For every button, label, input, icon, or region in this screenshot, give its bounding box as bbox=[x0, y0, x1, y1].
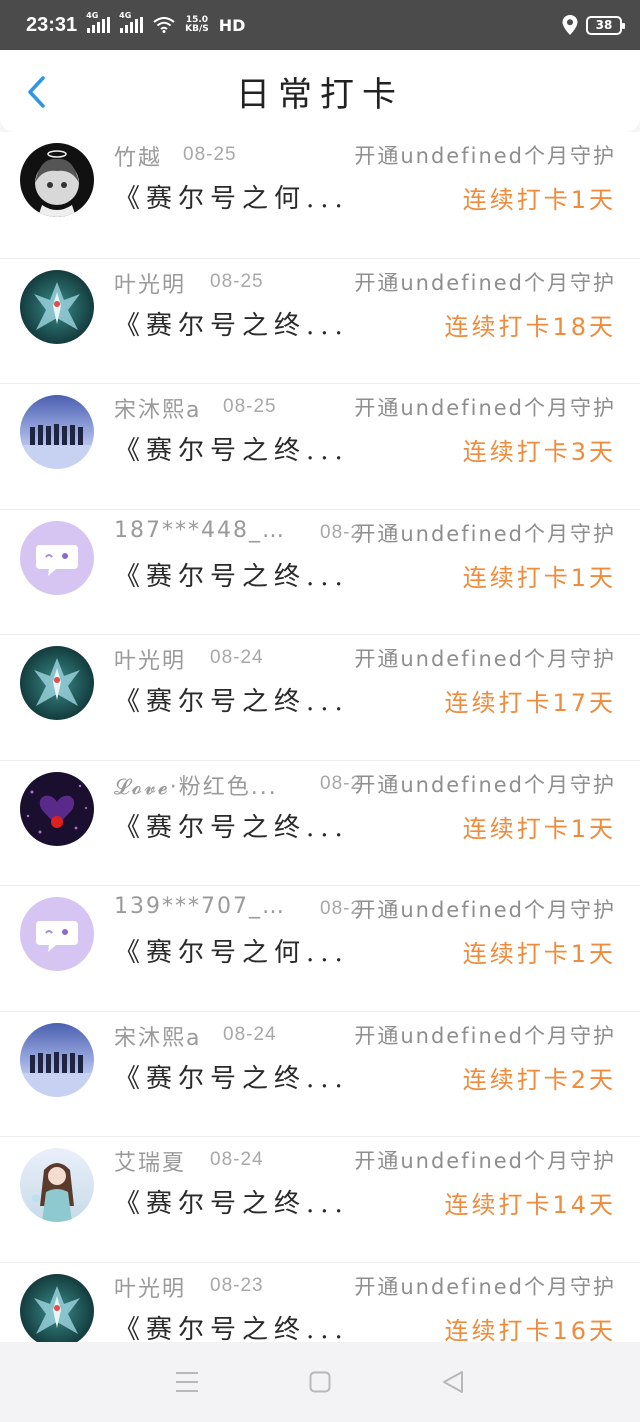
status-bar: 23:31 4G 4G 15.0 KB/S HD 38 bbox=[0, 0, 640, 50]
checkin-date: 08-23 bbox=[210, 1274, 264, 1296]
list-item[interactable]: 艾瑞夏 08-24 开通undefined个月守护 《赛尔号之终... 连续打卡… bbox=[0, 1136, 640, 1262]
guard-status: 开通undefined个月守护 bbox=[354, 1274, 616, 1299]
list-item[interactable]: 宋沐熙a 08-25 开通undefined个月守护 《赛尔号之终... 连续打… bbox=[0, 383, 640, 509]
avatar[interactable] bbox=[20, 1022, 94, 1097]
hd-label: HD bbox=[218, 15, 246, 35]
status-time: 23:31 bbox=[26, 13, 78, 36]
streak-count: 连续打卡1天 bbox=[462, 940, 616, 968]
battery-indicator: 38 bbox=[586, 15, 625, 35]
header: 日常打卡 bbox=[0, 50, 640, 132]
checkin-title: 《赛尔号之终... bbox=[114, 436, 349, 466]
status-right: 38 bbox=[562, 15, 625, 35]
user-name: 139***707_855... bbox=[114, 894, 286, 919]
avatar[interactable] bbox=[20, 395, 94, 469]
guard-status: 开通undefined个月守护 bbox=[354, 270, 616, 295]
chevron-left-icon bbox=[28, 76, 45, 108]
checkin-date: 08-25 bbox=[223, 396, 277, 417]
list-item[interactable]: 叶光明 08-24 开通undefined个月守护 《赛尔号之终... 连续打卡… bbox=[0, 634, 640, 760]
menu-icon bbox=[175, 1372, 198, 1392]
streak-count: 连续打卡17天 bbox=[444, 689, 616, 717]
checkin-date: 08-24 bbox=[210, 647, 264, 668]
network-speed: 15.0 KB/S bbox=[185, 16, 209, 34]
guard-status: 开通undefined个月守护 bbox=[354, 647, 616, 671]
avatar[interactable] bbox=[20, 269, 94, 344]
avatar[interactable] bbox=[20, 1148, 94, 1222]
back-button[interactable] bbox=[22, 74, 50, 110]
list-item[interactable]: 139***707_855... 08-2 开通undefined个月守护 《赛… bbox=[0, 885, 640, 1011]
checkin-date: 08-25 bbox=[210, 270, 264, 292]
page-title: 日常打卡 bbox=[236, 74, 404, 115]
checkin-date: 08-24 bbox=[210, 1149, 264, 1170]
list-item[interactable]: 187***448_72... 08-2 开通undefined个月守护 《赛尔… bbox=[0, 508, 640, 634]
back-nav-button[interactable] bbox=[433, 1362, 473, 1402]
avatar[interactable] bbox=[20, 520, 94, 595]
signal-icon: 4G bbox=[86, 11, 111, 33]
location-icon bbox=[562, 15, 578, 35]
guard-status: 开通undefined个月守护 bbox=[354, 898, 616, 922]
status-left: 23:31 4G 4G 15.0 KB/S HD bbox=[26, 11, 246, 37]
checkin-title: 《赛尔号之终... bbox=[114, 1063, 349, 1094]
list-item[interactable]: 叶光明 08-25 开通undefined个月守护 《赛尔号之终... 连续打卡… bbox=[0, 257, 640, 383]
back-triangle-icon bbox=[443, 1371, 464, 1393]
checkin-title: 《赛尔号之何... bbox=[114, 184, 349, 214]
avatar[interactable] bbox=[20, 143, 94, 217]
signal-icon: 4G bbox=[119, 11, 144, 33]
checkin-title: 《赛尔号之何... bbox=[114, 938, 349, 968]
streak-count: 连续打卡16天 bbox=[444, 1316, 616, 1345]
streak-count: 连续打卡1天 bbox=[462, 814, 616, 843]
guard-status: 开通undefined个月守护 bbox=[354, 1149, 616, 1173]
checkin-title: 《赛尔号之终... bbox=[114, 310, 349, 341]
streak-count: 连续打卡2天 bbox=[462, 1065, 616, 1094]
streak-count: 连续打卡1天 bbox=[462, 563, 616, 592]
speed-unit: KB/S bbox=[185, 24, 209, 34]
list-item[interactable]: 竹越 08-25 开通undefined个月守护 《赛尔号之何... 连续打卡1… bbox=[0, 132, 640, 258]
streak-count: 连续打卡1天 bbox=[462, 186, 616, 214]
avatar[interactable] bbox=[20, 897, 94, 971]
guard-status: 开通undefined个月守护 bbox=[354, 396, 616, 420]
checkin-title: 《赛尔号之终... bbox=[114, 1314, 349, 1345]
guard-status: 开通undefined个月守护 bbox=[354, 521, 616, 546]
avatar[interactable] bbox=[20, 1273, 94, 1348]
avatar[interactable] bbox=[20, 646, 94, 720]
streak-count: 连续打卡14天 bbox=[444, 1191, 616, 1219]
streak-count: 连续打卡18天 bbox=[444, 312, 616, 341]
list-item[interactable]: 𝓛𝓸𝓿𝓮·粉红色... 08-2 开通undefined个月守护 《赛尔号之终.… bbox=[0, 759, 640, 885]
network-type-label: 4G bbox=[119, 11, 132, 20]
guard-status: 开通undefined个月守护 bbox=[354, 772, 616, 797]
checkin-title: 《赛尔号之终... bbox=[114, 1189, 349, 1219]
checkin-title: 《赛尔号之终... bbox=[114, 812, 349, 843]
checkin-date: 08-25 bbox=[183, 144, 237, 165]
checkin-date: 08-24 bbox=[223, 1023, 277, 1045]
network-type-label: 4G bbox=[86, 11, 99, 20]
checkin-title: 《赛尔号之终... bbox=[114, 561, 349, 592]
avatar[interactable] bbox=[20, 771, 94, 846]
guard-status: 开通undefined个月守护 bbox=[354, 1023, 616, 1048]
guard-status: 开通undefined个月守护 bbox=[354, 144, 616, 168]
home-square-icon bbox=[309, 1371, 331, 1393]
list-item[interactable]: 宋沐熙a 08-24 开通undefined个月守护 《赛尔号之终... 连续打… bbox=[0, 1010, 640, 1136]
checkin-title: 《赛尔号之终... bbox=[114, 687, 349, 717]
system-nav-bar bbox=[0, 1342, 640, 1422]
checkin-list: 竹越 08-25 开通undefined个月守护 《赛尔号之何... 连续打卡1… bbox=[0, 132, 640, 1387]
wifi-icon bbox=[153, 17, 175, 33]
user-name: 187***448_72... bbox=[114, 517, 286, 543]
user-name: 𝓛𝓸𝓿𝓮·粉红色... bbox=[114, 774, 278, 800]
streak-count: 连续打卡3天 bbox=[462, 438, 616, 466]
home-button[interactable] bbox=[300, 1362, 340, 1402]
menu-button[interactable] bbox=[167, 1362, 207, 1402]
